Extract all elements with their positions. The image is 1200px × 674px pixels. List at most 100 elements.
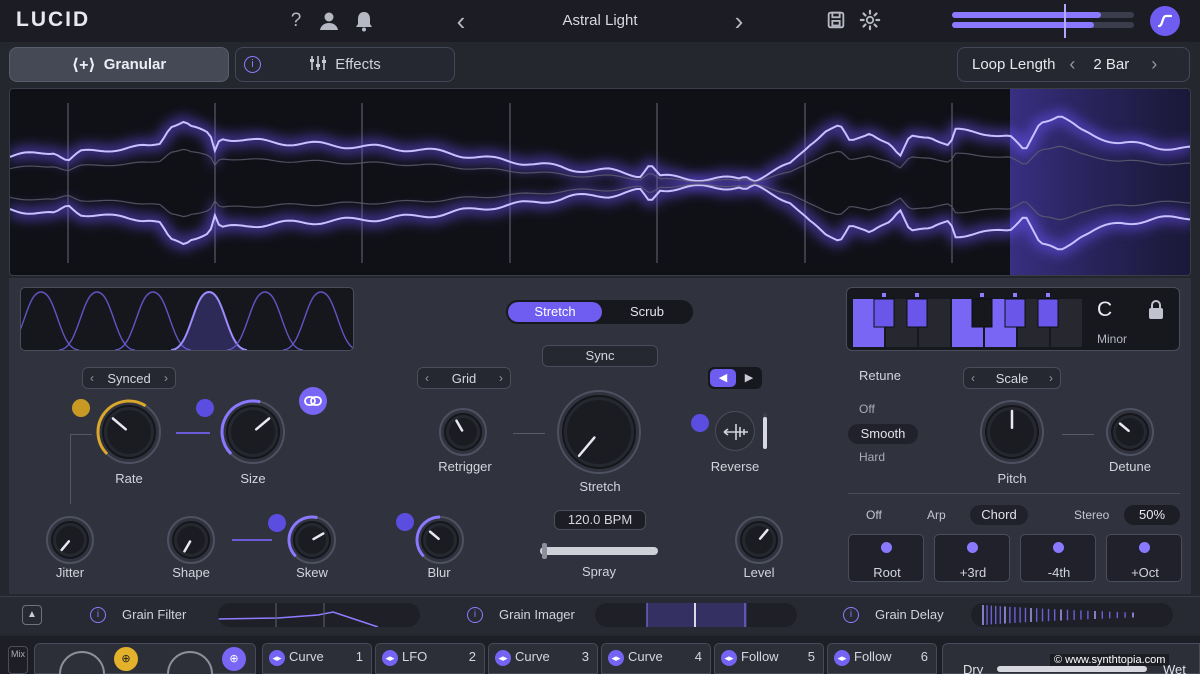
waveform-display[interactable] [9, 88, 1191, 276]
macro-link-icon[interactable]: ⊕ [114, 647, 138, 671]
loop-length-control[interactable]: Loop Length ‹ 2 Bar › [957, 47, 1190, 82]
chevron-left-icon[interactable]: ‹ [1069, 54, 1075, 75]
mod-source-icon[interactable]: ◂▸ [495, 650, 511, 666]
mix-tab[interactable]: Mix [8, 646, 28, 674]
black-key[interactable] [971, 298, 993, 328]
rate-knob[interactable] [93, 396, 165, 468]
arp-off-option[interactable]: Off [866, 508, 882, 522]
size-mod-icon[interactable] [196, 399, 214, 417]
mode-toggle[interactable]: Stretch Scrub [506, 300, 693, 324]
macro-knob-1[interactable] [56, 651, 108, 674]
reverse-amount-slider[interactable] [763, 413, 767, 449]
mode-stretch[interactable]: Stretch [508, 304, 602, 319]
preset-prev-button[interactable]: ‹ [449, 8, 473, 34]
mod-slot-3[interactable]: ◂▸ Curve 3 [488, 643, 598, 674]
detune-knob[interactable] [1102, 404, 1158, 460]
grain-delay-info-icon[interactable]: i [843, 607, 859, 623]
preset-next-button[interactable]: › [727, 8, 751, 34]
chevron-right-icon[interactable]: › [1049, 371, 1053, 385]
chord-note-3[interactable]: -4th [1020, 534, 1096, 582]
mod-source-icon[interactable]: ◂▸ [721, 650, 737, 666]
loop-region[interactable] [1010, 89, 1191, 276]
chord-note-toggle[interactable] [1053, 542, 1064, 553]
chevron-right-icon[interactable]: › [1151, 54, 1157, 75]
chord-note-toggle[interactable] [967, 542, 978, 553]
grain-filter-info-icon[interactable]: i [90, 607, 106, 623]
mod-slot-4[interactable]: ◂▸ Curve 4 [601, 643, 711, 674]
scale-select[interactable]: ‹ Scale › [963, 367, 1061, 389]
grain-imager-info-icon[interactable]: i [467, 607, 483, 623]
level-knob[interactable] [731, 512, 787, 568]
tab-granular[interactable]: ⟨+⟩ Granular [9, 47, 229, 82]
gear-icon[interactable] [858, 9, 882, 33]
chord-note-1[interactable]: Root [848, 534, 924, 582]
black-key[interactable] [873, 298, 895, 328]
user-icon[interactable] [317, 9, 341, 33]
collapse-button[interactable]: ▲ [22, 605, 42, 625]
keyboard-scale-display[interactable]: C Minor [846, 287, 1180, 351]
grain-imager-display[interactable] [595, 603, 797, 627]
black-key[interactable] [1037, 298, 1059, 328]
mod-slot-1[interactable]: ◂▸ Curve 1 [262, 643, 372, 674]
mode-scrub[interactable]: Scrub [602, 304, 692, 319]
reverse-button[interactable] [715, 411, 755, 451]
grid-select[interactable]: ‹ Grid › [417, 367, 511, 389]
link-icon[interactable] [299, 387, 327, 415]
macro-link-icon[interactable]: ⊕ [222, 647, 246, 671]
grain-mode-select[interactable]: ‹ Synced › [82, 367, 176, 389]
chevron-left-icon[interactable]: ‹ [90, 371, 94, 385]
effects-info-icon[interactable]: i [244, 56, 261, 73]
stretch-knob[interactable] [553, 386, 645, 478]
logo-curve-icon[interactable] [1150, 6, 1180, 36]
bell-icon[interactable] [352, 9, 376, 33]
mod-source-icon[interactable]: ◂▸ [269, 650, 285, 666]
chevron-right-icon[interactable]: › [499, 371, 503, 385]
black-key[interactable] [1004, 298, 1026, 328]
help-icon[interactable]: ? [284, 9, 308, 33]
mod-source-icon[interactable]: ◂▸ [834, 650, 850, 666]
reverse-direction-toggle[interactable]: ◀ ▶ [708, 367, 762, 389]
reverse-mod-icon[interactable] [691, 414, 709, 432]
shape-knob[interactable] [163, 512, 219, 568]
size-knob[interactable] [217, 396, 289, 468]
lock-icon[interactable] [1147, 300, 1165, 325]
blur-knob[interactable] [412, 512, 468, 568]
play-backward-icon[interactable]: ◀ [710, 369, 736, 387]
chord-note-4[interactable]: +Oct [1106, 534, 1182, 582]
chevron-left-icon[interactable]: ‹ [971, 371, 975, 385]
bpm-display[interactable]: 120.0 BPM [554, 510, 646, 530]
macro-knob-2[interactable] [164, 651, 216, 674]
jitter-knob[interactable] [42, 512, 98, 568]
preset-name[interactable]: Astral Light [480, 12, 720, 29]
mod-slot-5[interactable]: ◂▸ Follow 5 [714, 643, 824, 674]
retrigger-knob[interactable] [435, 404, 491, 460]
save-icon[interactable] [824, 9, 848, 33]
chord-option[interactable]: Chord [970, 505, 1028, 525]
retune-option-off[interactable]: Off [859, 402, 875, 416]
tab-effects[interactable]: i Effects [235, 47, 455, 82]
mod-source-icon[interactable]: ◂▸ [382, 650, 398, 666]
grain-filter-display[interactable] [218, 603, 420, 627]
rate-mod-icon[interactable] [72, 399, 90, 417]
arp-option[interactable]: Arp [927, 508, 946, 522]
dry-wet-slider[interactable] [997, 666, 1147, 672]
skew-knob[interactable] [284, 512, 340, 568]
sync-button[interactable]: Sync [542, 345, 658, 367]
retune-option-smooth[interactable]: Smooth [848, 424, 918, 444]
mod-source-icon[interactable]: ◂▸ [608, 650, 624, 666]
master-level-handle[interactable] [1064, 4, 1066, 38]
stereo-value[interactable]: 50% [1124, 505, 1180, 525]
chord-note-toggle[interactable] [881, 542, 892, 553]
chord-note-toggle[interactable] [1139, 542, 1150, 553]
pitch-knob[interactable] [976, 396, 1048, 468]
play-forward-icon[interactable]: ▶ [738, 369, 760, 387]
chevron-left-icon[interactable]: ‹ [425, 371, 429, 385]
chevron-right-icon[interactable]: › [164, 371, 168, 385]
spray-slider[interactable] [540, 543, 658, 559]
black-key[interactable] [906, 298, 928, 328]
chord-note-2[interactable]: +3rd [934, 534, 1010, 582]
grain-delay-display[interactable] [971, 603, 1173, 627]
mod-slot-6[interactable]: ◂▸ Follow 6 [827, 643, 937, 674]
retune-option-hard[interactable]: Hard [859, 450, 885, 464]
spray-slider-handle[interactable] [542, 543, 548, 559]
